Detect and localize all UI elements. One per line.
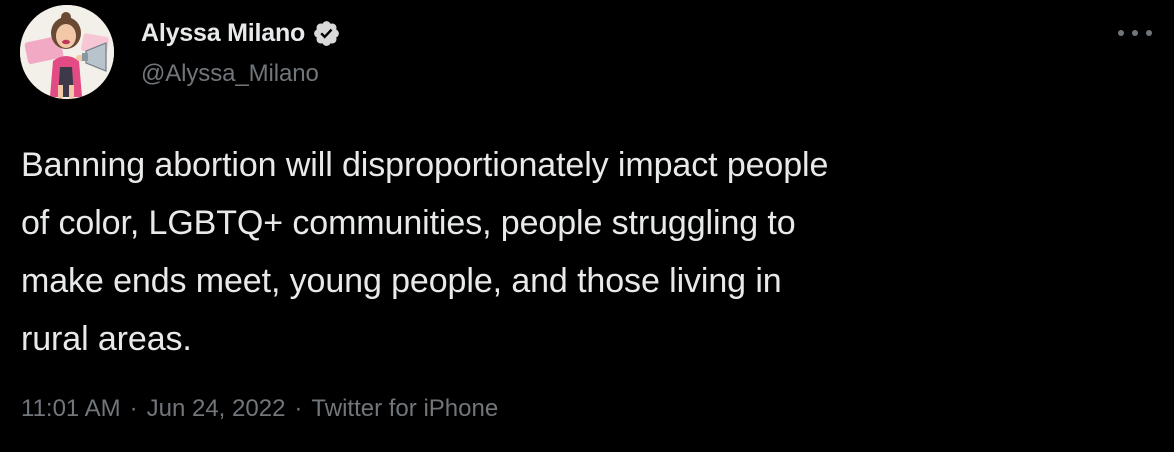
- tweet-metadata: 11:01 AM · Jun 24, 2022 · Twitter for iP…: [21, 395, 498, 423]
- more-dot: [1146, 30, 1152, 36]
- tweet-text-line: make ends meet, young people, and those …: [21, 262, 782, 300]
- tweet-time[interactable]: 11:01 AM: [21, 395, 121, 423]
- tweet-text-line: Banning abortion will disproportionately…: [21, 146, 829, 184]
- verified-badge-icon: [312, 19, 341, 48]
- more-dot: [1118, 30, 1124, 36]
- avatar[interactable]: [20, 5, 114, 99]
- author-name-row: Alyssa Milano: [141, 18, 341, 48]
- tweet-text-line: of color, LGBTQ+ communities, people str…: [21, 204, 796, 242]
- more-dot: [1132, 30, 1138, 36]
- more-options-icon[interactable]: [1118, 24, 1152, 42]
- tweet-date[interactable]: Jun 24, 2022: [147, 395, 286, 423]
- tweet-card: Alyssa Milano @Alyssa_Milano Banning abo…: [0, 0, 1174, 452]
- author-handle[interactable]: @Alyssa_Milano: [141, 60, 319, 88]
- avatar-illustration: [20, 5, 114, 99]
- tweet-text-line: rural areas.: [21, 320, 192, 358]
- author-display-name[interactable]: Alyssa Milano: [141, 19, 305, 48]
- meta-separator: ·: [129, 395, 138, 422]
- meta-separator: ·: [294, 395, 303, 422]
- tweet-source[interactable]: Twitter for iPhone: [311, 395, 498, 423]
- tweet-text: Banning abortion will disproportionately…: [21, 136, 1161, 368]
